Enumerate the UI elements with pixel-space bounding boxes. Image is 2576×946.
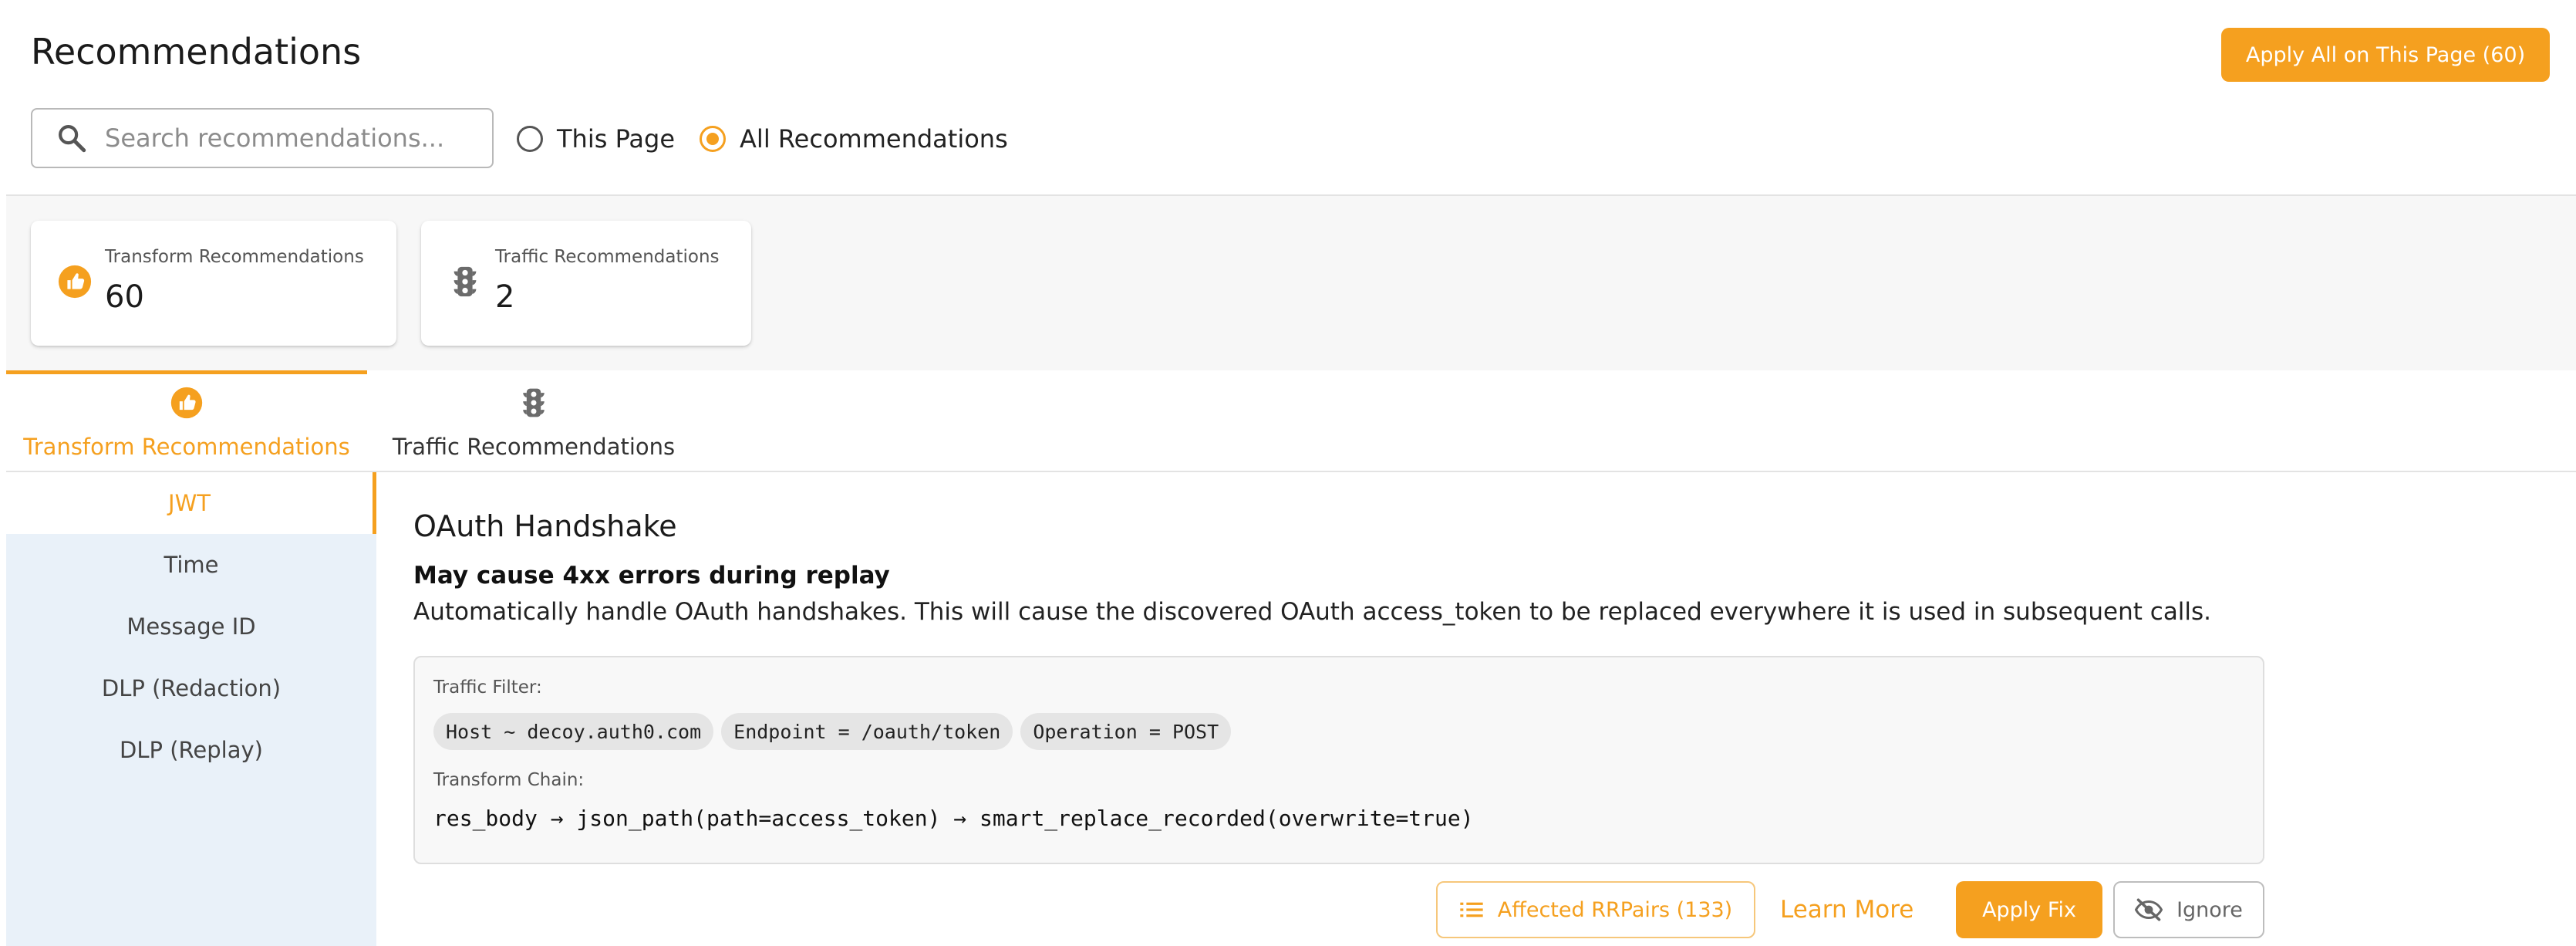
recommendation-description: Automatically handle OAuth handshakes. T… [413, 598, 2212, 626]
affected-rrpairs-label: Affected RRPairs (133) [1497, 897, 1733, 922]
stat-label: Transform Recommendations [105, 247, 364, 267]
stat-value: 2 [495, 279, 515, 315]
tab-label: Traffic Recommendations [392, 434, 676, 460]
search-box[interactable] [31, 108, 494, 168]
radio-all-recommendations[interactable]: All Recommendations [700, 124, 1008, 154]
tab-label: Transform Recommendations [23, 434, 350, 460]
recommendation-title: OAuth Handshake [413, 509, 677, 543]
search-icon [59, 125, 86, 153]
thumbs-up-icon [58, 265, 92, 299]
sidebar-item-dlp-replay[interactable]: DLP (Replay) [6, 719, 376, 781]
recommendation-warning: May cause 4xx errors during replay [413, 562, 890, 590]
traffic-light-icon [453, 266, 477, 297]
stat-card-traffic: Traffic Recommendations 2 [421, 221, 751, 346]
sidebar-item-jwt[interactable]: JWT [6, 472, 376, 534]
apply-all-button[interactable]: Apply All on This Page (60) [2221, 28, 2550, 82]
search-input[interactable] [105, 123, 475, 153]
tab-transform-recommendations[interactable]: Transform Recommendations [6, 370, 367, 471]
page-title: Recommendations [31, 31, 362, 73]
stat-label: Traffic Recommendations [495, 247, 720, 267]
traffic-filter-label: Traffic Filter: [433, 677, 542, 698]
radio-all-recommendations-label: All Recommendations [740, 124, 1008, 154]
stat-card-transform: Transform Recommendations 60 [31, 221, 396, 346]
transform-chain-label: Transform Chain: [433, 770, 585, 790]
radio-this-page-circle[interactable] [517, 126, 543, 152]
traffic-light-icon [523, 388, 545, 417]
list-icon [1460, 902, 1483, 917]
filter-chip: Endpoint = /oauth/token [721, 713, 1013, 750]
filter-chip: Host ~ decoy.auth0.com [433, 713, 714, 750]
filter-chips: Host ~ decoy.auth0.com Endpoint = /oauth… [433, 713, 1239, 750]
scope-radio-group: This Page All Recommendations [517, 116, 1033, 162]
sidebar-item-message-id[interactable]: Message ID [6, 596, 376, 657]
radio-this-page[interactable]: This Page [517, 124, 675, 154]
radio-this-page-label: This Page [557, 124, 676, 154]
eye-off-icon [2135, 898, 2163, 921]
radio-all-recommendations-circle[interactable] [700, 126, 727, 152]
tab-bar: Transform Recommendations Traffic Recomm… [6, 370, 2576, 472]
ignore-label: Ignore [2176, 897, 2243, 922]
transform-chain: res_body → json_path(path=access_token) … [433, 806, 1474, 831]
sidebar-item-dlp-redaction[interactable]: DLP (Redaction) [6, 657, 376, 719]
sidebar-item-time[interactable]: Time [6, 534, 376, 596]
filter-chip: Operation = POST [1020, 713, 1232, 750]
tab-traffic-recommendations[interactable]: Traffic Recommendations [379, 370, 688, 471]
affected-rrpairs-button[interactable]: Affected RRPairs (133) [1436, 881, 1755, 938]
thumbs-up-icon [170, 387, 203, 419]
ignore-button[interactable]: Ignore [2113, 881, 2264, 938]
category-sidebar: JWT Time Message ID DLP (Redaction) DLP … [6, 472, 376, 946]
apply-fix-button[interactable]: Apply Fix [1956, 881, 2102, 938]
stat-value: 60 [105, 279, 144, 315]
learn-more-link[interactable]: Learn More [1780, 881, 1913, 938]
recommendation-details: Traffic Filter: Host ~ decoy.auth0.com E… [413, 656, 2264, 864]
